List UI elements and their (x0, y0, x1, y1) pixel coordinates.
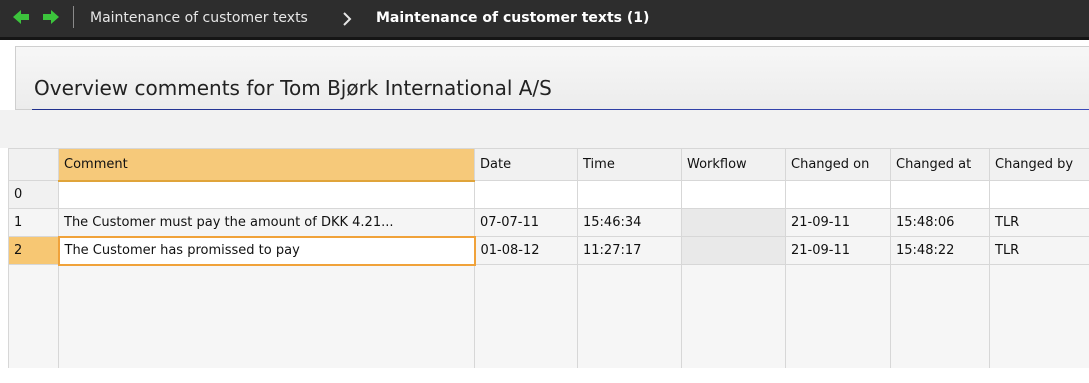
forward-arrow-icon[interactable] (42, 8, 60, 26)
changed-on-cell[interactable]: 21-09-11 (785, 208, 891, 237)
title-panel: Overview comments for Tom Bjørk Internat… (15, 46, 1089, 112)
nav-separator (73, 6, 74, 28)
workflow-cell[interactable] (681, 208, 786, 237)
top-navigation-bar: Maintenance of customer texts Maintenanc… (0, 0, 1089, 40)
column-header-time[interactable]: Time (577, 148, 682, 181)
date-cell[interactable]: 07-07-11 (474, 208, 578, 237)
empty-cell (785, 264, 891, 368)
table-row[interactable]: 1 The Customer must pay the amount of DK… (8, 208, 1089, 237)
changed-at-cell[interactable]: 15:48:06 (890, 208, 990, 237)
row-number[interactable]: 2 (8, 236, 59, 265)
time-cell[interactable] (577, 180, 682, 209)
changed-on-cell[interactable]: 21-09-11 (785, 236, 891, 265)
toolbar-spacer (0, 110, 1089, 148)
page-title: Overview comments for Tom Bjørk Internat… (34, 76, 552, 100)
comments-grid: Comment Date Time Workflow Changed on Ch… (8, 148, 1089, 383)
changed-by-cell[interactable]: TLR (989, 208, 1089, 237)
back-arrow-icon[interactable] (12, 8, 30, 26)
column-header-workflow[interactable]: Workflow (681, 148, 786, 181)
empty-cell (989, 264, 1089, 368)
time-cell[interactable]: 11:27:17 (577, 236, 682, 265)
empty-cell (681, 264, 786, 368)
table-row-selected[interactable]: 2 The Customer has promissed to pay 01-0… (8, 235, 1089, 266)
column-header-changed-at[interactable]: Changed at (890, 148, 990, 181)
changed-by-cell[interactable]: TLR (989, 236, 1089, 265)
empty-cell (8, 264, 59, 368)
column-header-changed-by[interactable]: Changed by (989, 148, 1089, 181)
empty-grid-area (8, 264, 1089, 368)
changed-by-cell[interactable] (989, 180, 1089, 209)
date-cell[interactable] (474, 180, 578, 209)
empty-cell (890, 264, 990, 368)
changed-on-cell[interactable] (785, 180, 891, 209)
comment-cell[interactable]: The Customer must pay the amount of DKK … (58, 208, 475, 237)
row-number[interactable]: 0 (8, 180, 59, 209)
workflow-cell[interactable] (681, 236, 786, 265)
empty-cell (577, 264, 682, 368)
column-header-comment[interactable]: Comment (58, 148, 475, 182)
date-cell[interactable]: 01-08-12 (474, 236, 578, 265)
column-header-changed-on[interactable]: Changed on (785, 148, 891, 181)
row-number[interactable]: 1 (8, 208, 59, 237)
empty-cell (474, 264, 578, 368)
breadcrumb-item-parent[interactable]: Maintenance of customer texts (90, 0, 308, 37)
time-cell[interactable]: 15:46:34 (577, 208, 682, 237)
breadcrumb-item-current: Maintenance of customer texts (1) (376, 10, 650, 26)
grid-header-row: Comment Date Time Workflow Changed on Ch… (8, 148, 1089, 182)
chevron-right-icon (343, 12, 352, 26)
column-header-date[interactable]: Date (474, 148, 578, 181)
changed-at-cell[interactable]: 15:48:22 (890, 236, 990, 265)
comment-cell[interactable]: The Customer has promissed to pay (57, 235, 476, 266)
comment-cell[interactable] (58, 180, 475, 209)
empty-cell (58, 264, 475, 368)
changed-at-cell[interactable] (890, 180, 990, 209)
workflow-cell[interactable] (681, 180, 786, 209)
table-row[interactable]: 0 (8, 180, 1089, 209)
row-number-header (8, 148, 59, 181)
